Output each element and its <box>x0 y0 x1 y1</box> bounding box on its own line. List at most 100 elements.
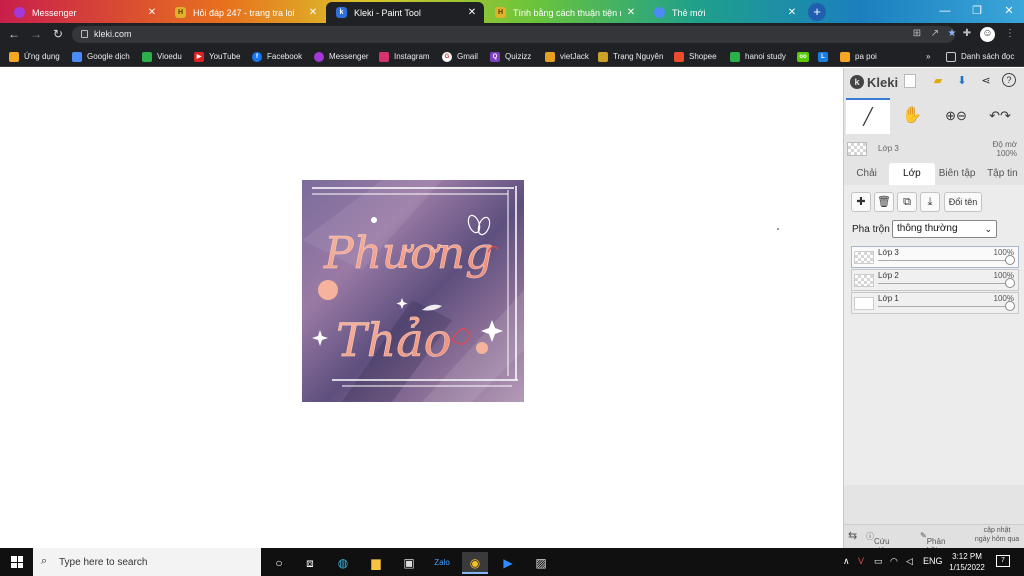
new-image-icon[interactable] <box>904 74 916 88</box>
opacity-slider-track[interactable] <box>878 260 1010 261</box>
merge-down-icon[interactable]: ⤓ <box>920 192 940 212</box>
bookmark-instagram[interactable]: Instagram <box>379 50 430 63</box>
star-icon[interactable]: ★ <box>945 27 959 41</box>
tab-tinh-bang[interactable]: H Tính bằng cách thuận tiện nhất: ✕ <box>485 2 643 23</box>
bookmark-l[interactable]: L <box>818 50 833 63</box>
layer-row[interactable]: Lớp 1 100% <box>851 292 1019 314</box>
more-menu-icon[interactable]: ⋮ <box>1003 27 1017 41</box>
vietkey-icon[interactable]: V <box>858 556 864 566</box>
extensions-icon[interactable]: ✚ <box>960 27 974 41</box>
opacity-slider-handle[interactable] <box>1005 278 1015 288</box>
edge-icon[interactable]: ◍ <box>330 552 356 574</box>
close-icon[interactable]: ✕ <box>466 7 478 18</box>
bookmark-duolingo[interactable]: oo <box>797 50 814 63</box>
address-bar[interactable]: kleki.com ⊞ ↗ ★ <box>72 26 956 43</box>
bookmark-gmail[interactable]: G Gmail <box>442 50 478 63</box>
notification-center-icon[interactable]: 7 <box>996 555 1010 567</box>
bookmark-pa-poi[interactable]: pa poi <box>840 50 877 63</box>
vietjack-icon <box>545 51 555 62</box>
layer-row[interactable]: Lớp 2 100% <box>851 269 1019 291</box>
chrome-taskbar-icon[interactable]: ◉ <box>462 552 488 574</box>
duplicate-layer-icon[interactable]: ⧉ <box>897 192 917 212</box>
close-icon[interactable]: ✕ <box>786 7 798 18</box>
minimize-icon[interactable]: — <box>930 0 960 22</box>
current-layer-bar[interactable]: Lớp 3 Độ mờ 100% <box>844 138 1024 160</box>
opacity-slider-handle[interactable] <box>1005 255 1015 265</box>
delete-layer-icon[interactable]: 🗑 <box>874 192 894 212</box>
reading-list-button[interactable]: Danh sách đọc <box>946 50 1014 63</box>
url-text[interactable]: kleki.com <box>94 29 132 39</box>
volume-icon[interactable]: ◁ <box>906 556 913 567</box>
zalo-icon[interactable]: Zalo <box>429 552 455 574</box>
drawing-canvas[interactable]: Phương Thảo <box>0 68 843 548</box>
taskbar-search[interactable]: ⌕ Type here to search <box>33 548 261 576</box>
back-arrow-icon[interactable]: ← <box>5 26 23 43</box>
opacity-slider-handle[interactable] <box>1005 301 1015 311</box>
battery-icon[interactable]: ▭ <box>874 556 883 567</box>
close-icon[interactable]: ✕ <box>146 7 158 18</box>
close-icon[interactable]: ✕ <box>625 7 637 18</box>
bookmark-google-translate[interactable]: Google dịch <box>72 50 130 63</box>
bookmark-messenger[interactable]: Messenger <box>314 50 369 63</box>
tab-hoi-dap[interactable]: H Hỏi đáp 247 - trang tra loi ✕ <box>165 2 325 23</box>
bookmark-label: vietJack <box>560 52 589 61</box>
tab-kleki[interactable]: k Kleki - Paint Tool ✕ <box>326 2 484 23</box>
cortana-icon[interactable]: ○ <box>266 552 292 574</box>
opacity-slider-track[interactable] <box>878 306 1010 307</box>
tab-new[interactable]: Thẻ mới ✕ <box>644 2 804 23</box>
profile-avatar[interactable]: ☺ <box>980 27 995 42</box>
help-button[interactable]: ⓘ Cứu giúp <box>866 531 890 555</box>
tab-brush[interactable]: Chải <box>844 163 889 185</box>
artwork-image[interactable]: Phương Thảo <box>302 180 524 402</box>
tab-file[interactable]: Tập tin <box>980 163 1024 185</box>
share-icon[interactable]: ↗ <box>928 27 942 41</box>
opacity-slider-track[interactable] <box>878 283 1010 284</box>
bookmark-trang-nguyen[interactable]: Trạng Nguyên <box>598 50 663 63</box>
share-icon[interactable]: ⋖ <box>978 73 994 89</box>
bookmark-quizizz[interactable]: Q Quizizz <box>490 50 531 63</box>
help-icon[interactable]: ? <box>1002 73 1016 87</box>
bookmark-facebook[interactable]: f Facebook <box>252 50 302 63</box>
translate-icon[interactable]: ⊞ <box>910 27 924 41</box>
download-icon[interactable]: ⬇ <box>954 73 970 89</box>
windows-start-icon[interactable] <box>11 556 23 568</box>
tab-layers[interactable]: Lớp <box>889 163 935 185</box>
close-icon[interactable]: ✕ <box>307 7 319 18</box>
forward-arrow-icon[interactable]: → <box>27 26 45 43</box>
open-folder-icon[interactable]: ▰ <box>930 73 946 89</box>
bookmarks-overflow-button[interactable]: » <box>926 50 930 63</box>
bookmark-vietjack[interactable]: vietJack <box>545 50 589 63</box>
add-layer-icon[interactable]: ✚ <box>851 192 871 212</box>
feedback-button[interactable]: ✎ Phản hồi <box>920 531 945 555</box>
close-window-icon[interactable]: ✕ <box>994 0 1024 22</box>
swap-sides-icon[interactable]: ⇆ <box>848 529 857 542</box>
restore-icon[interactable]: ❐ <box>962 0 992 22</box>
kleki-logo[interactable]: k Kleki <box>850 75 898 90</box>
zoom-app-icon[interactable]: ▶ <box>495 552 521 574</box>
rename-layer-button[interactable]: Đổi tên <box>944 192 982 212</box>
new-tab-button[interactable]: + <box>808 3 826 21</box>
tray-chevron-icon[interactable]: ∧ <box>843 556 850 567</box>
task-view-icon[interactable]: ⧈ <box>297 552 323 574</box>
update-info[interactable]: cập nhật ngày hôm qua <box>972 526 1022 544</box>
undo-redo-icon[interactable]: ↶↷ <box>978 98 1022 134</box>
brush-tool-icon[interactable]: ╱ <box>846 98 890 134</box>
bookmark-shopee[interactable]: Shopee <box>674 50 717 63</box>
bookmark-youtube[interactable]: ▶ YouTube <box>194 50 240 63</box>
reload-icon[interactable]: ↻ <box>49 26 67 43</box>
photos-icon[interactable]: ▨ <box>528 552 554 574</box>
language-indicator[interactable]: ENG <box>923 556 943 566</box>
file-explorer-icon[interactable]: ▆ <box>363 552 389 574</box>
layer-row[interactable]: Lớp 3 100% <box>851 246 1019 268</box>
bookmark-hanoi-study[interactable]: hanoi study <box>730 50 786 63</box>
bookmark-vioedu[interactable]: Vioedu <box>142 50 182 63</box>
hand-tool-icon[interactable]: ✋ <box>890 98 934 134</box>
zoom-icon[interactable]: ⊕⊖ <box>934 98 978 134</box>
blend-mode-select[interactable]: thông thường ⌄ <box>892 220 997 238</box>
store-icon[interactable]: ▣ <box>396 552 422 574</box>
tab-edit[interactable]: Biên tập <box>935 163 980 185</box>
tab-messenger[interactable]: Messenger ✕ <box>4 2 164 23</box>
wifi-icon[interactable]: ◠ <box>890 556 898 567</box>
system-clock[interactable]: 3:12 PM 1/15/2022 <box>945 551 989 573</box>
bookmark-apps[interactable]: Ứng dụng <box>9 50 60 63</box>
